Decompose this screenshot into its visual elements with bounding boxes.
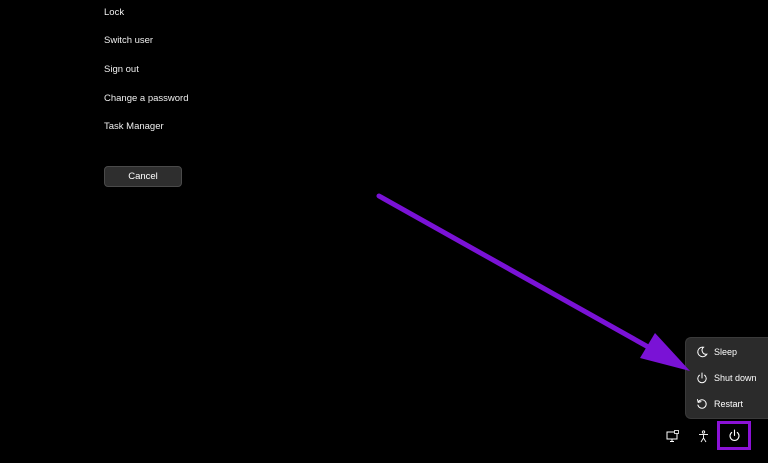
change-password-option[interactable]: Change a password (104, 93, 189, 105)
restart-menu-item[interactable]: Restart (686, 393, 768, 415)
power-options-flyout: Sleep Shut down Restart (685, 337, 768, 419)
shut-down-menu-item[interactable]: Shut down (686, 367, 768, 389)
task-manager-option[interactable]: Task Manager (104, 121, 164, 133)
ctrl-alt-del-screen: Lock Switch user Sign out Change a passw… (0, 0, 768, 463)
power-button[interactable] (717, 421, 751, 450)
sleep-menu-item[interactable]: Sleep (686, 341, 768, 363)
restart-label: Restart (714, 399, 744, 409)
sleep-label: Sleep (714, 347, 738, 357)
lock-option[interactable]: Lock (104, 7, 124, 19)
restart-icon (695, 398, 708, 411)
power-icon (728, 429, 741, 442)
shut-down-label: Shut down (714, 373, 757, 383)
accessibility-icon[interactable] (696, 429, 710, 443)
switch-user-option[interactable]: Switch user (104, 35, 153, 47)
network-icon[interactable] (665, 429, 679, 443)
cancel-button[interactable]: Cancel (104, 166, 182, 187)
moon-icon (695, 346, 708, 359)
sign-out-option[interactable]: Sign out (104, 64, 139, 76)
power-icon (695, 372, 708, 385)
